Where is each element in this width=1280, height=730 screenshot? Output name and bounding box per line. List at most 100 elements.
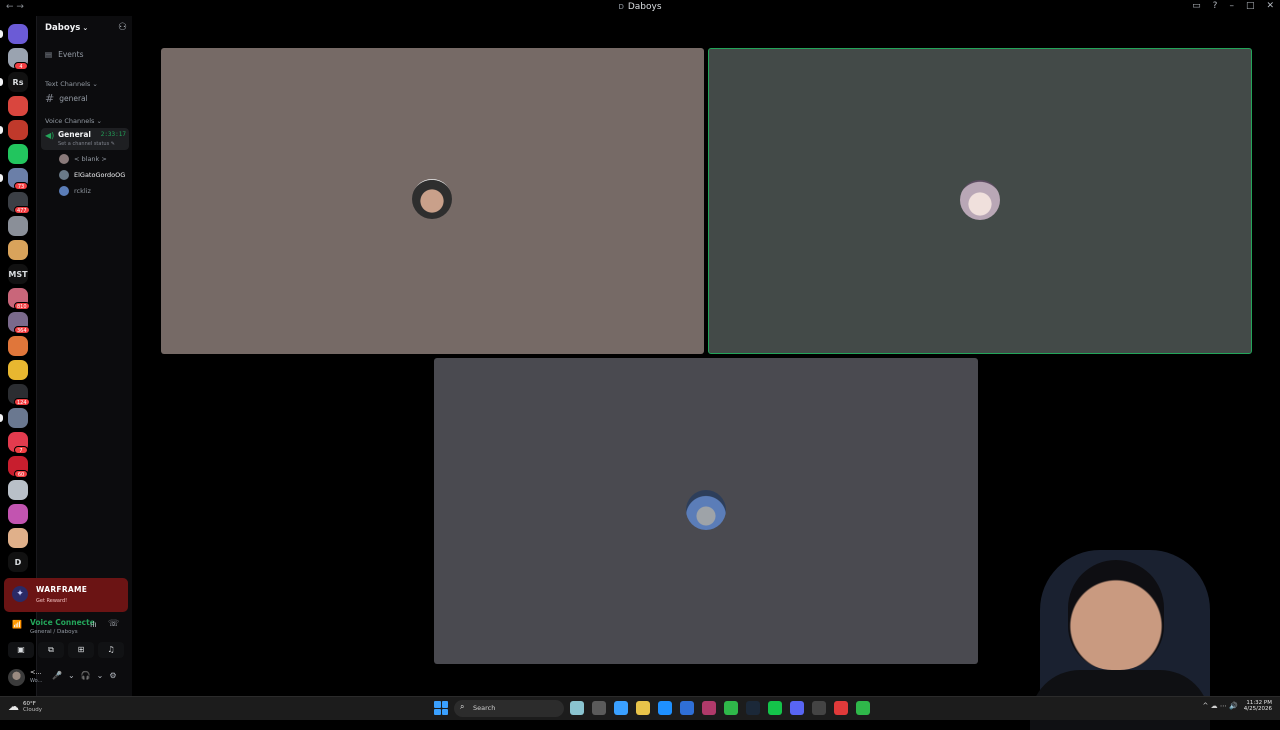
inbox-icon[interactable]: ▭ [1192, 1, 1201, 11]
server-1-icon[interactable] [8, 24, 28, 44]
voice-connection-panel: 📶 Voice Connecte General / Daboys ılı ☏ … [4, 614, 128, 664]
mention-badge: 73 [14, 182, 28, 190]
taskbar-apps [570, 701, 870, 715]
taskbar-app-icon[interactable] [834, 701, 848, 715]
server-rs-icon[interactable]: Rs [8, 72, 28, 92]
events-label: Events [58, 50, 84, 59]
channel-status-hint[interactable]: Set a channel status ✎ [58, 141, 115, 147]
settings-gear-icon[interactable]: ⚙ [109, 671, 116, 680]
close-button[interactable]: ✕ [1266, 1, 1274, 11]
weather-widget[interactable]: ☁ 60°F Cloudy [8, 700, 42, 713]
maximize-button[interactable]: □ [1246, 1, 1255, 11]
taskbar-app-icon[interactable] [636, 701, 650, 715]
tray-icons[interactable]: ^ ☁ ⋯ 🔊 [1203, 702, 1238, 710]
taskbar-app-icon[interactable] [680, 701, 694, 715]
noise-suppression-icon[interactable]: ılı [90, 620, 97, 629]
voice-user[interactable]: < blank > [59, 154, 107, 164]
camera-off-button[interactable]: ▣ [8, 642, 34, 658]
voice-user-name: rckliz [74, 187, 91, 195]
voice-channel-name: General [58, 130, 91, 139]
promo-title: WARFRAME [36, 585, 88, 594]
headset-chevron-down-icon[interactable]: ⌄ [97, 671, 104, 680]
participant-tile-blank[interactable] [161, 48, 704, 354]
soundboard-button[interactable]: ♫ [98, 642, 124, 658]
system-tray: ^ ☁ ⋯ 🔊 11:32 PM 4/25/2026 [1203, 700, 1272, 712]
participant-tile-elgatogordoog[interactable] [708, 48, 1252, 354]
taskbar-search[interactable]: ⌕ Search [454, 700, 564, 717]
taskbar-app-icon[interactable] [614, 701, 628, 715]
voice-connected-label[interactable]: Voice Connecte [30, 618, 95, 627]
taskbar-app-icon[interactable] [570, 701, 584, 715]
taskbar-app-icon[interactable] [658, 701, 672, 715]
invite-people-icon[interactable]: ⚇ [118, 22, 127, 33]
server-9-icon[interactable] [8, 216, 28, 236]
voice-user[interactable]: rckliz [59, 186, 91, 196]
server-6-icon[interactable] [8, 144, 28, 164]
start-button[interactable] [434, 701, 448, 715]
events-item[interactable]: ▤ Events [45, 50, 84, 59]
voice-channels-category[interactable]: Voice Channels ⌄ [45, 117, 102, 125]
hash-icon: # [45, 92, 55, 105]
signal-icon[interactable]: 📶 [12, 620, 22, 629]
minimize-button[interactable]: – [1229, 1, 1234, 11]
taskbar-app-icon[interactable] [856, 701, 870, 715]
webcam-person-head [1068, 560, 1164, 670]
guild-header[interactable]: Daboys ⌄ ⚇ [37, 16, 133, 42]
user-controls: 🎤 ⌄ 🎧 ⌄ ⚙ [52, 671, 117, 680]
text-channels-category[interactable]: Text Channels ⌄ [45, 80, 98, 88]
user-status: Wo... [30, 678, 43, 684]
warframe-promo[interactable]: ✦ WARFRAME Get Reward! [4, 578, 128, 612]
avatar[interactable] [8, 669, 25, 686]
server-10-icon[interactable] [8, 240, 28, 260]
clock[interactable]: 11:32 PM 4/25/2026 [1244, 700, 1272, 712]
help-icon[interactable]: ? [1213, 1, 1218, 11]
server-17-icon[interactable] [8, 408, 28, 428]
server-mst-icon[interactable]: MST [8, 264, 28, 284]
taskbar-app-icon[interactable] [724, 701, 738, 715]
unread-indicator [0, 126, 3, 134]
participant-avatar [412, 179, 452, 219]
taskbar-app-icon[interactable] [768, 701, 782, 715]
guild-name[interactable]: Daboys ⌄ [45, 23, 88, 33]
mic-chevron-down-icon[interactable]: ⌄ [68, 671, 75, 680]
taskbar-app-icon[interactable] [812, 701, 826, 715]
participant-tile-rckliz[interactable] [434, 358, 978, 664]
server-23-icon[interactable]: D [8, 552, 28, 572]
clock-date: 4/25/2026 [1243, 706, 1272, 712]
mention-badge: 4 [14, 62, 28, 70]
microphone-icon[interactable]: 🎤 [52, 671, 62, 680]
participant-avatar [960, 180, 1000, 220]
taskbar-app-icon[interactable] [790, 701, 804, 715]
voice-user-name: ElGatoGordoOG [74, 171, 126, 179]
voice-connected-location[interactable]: General / Daboys [30, 629, 78, 635]
server-5-icon[interactable] [8, 120, 28, 140]
headset-icon[interactable]: 🎧 [81, 671, 91, 680]
mention-badge: 810 [14, 302, 30, 310]
voice-timer: 2:33:17 [100, 131, 126, 138]
username[interactable]: <... [30, 668, 42, 676]
unread-indicator [0, 78, 3, 86]
unread-indicator [0, 174, 3, 182]
mention-badge: 477 [14, 206, 30, 214]
server-21-icon[interactable] [8, 504, 28, 524]
disconnect-icon[interactable]: ☏ [108, 619, 119, 629]
server-4-icon[interactable] [8, 96, 28, 116]
activities-button[interactable]: ⊞ [68, 642, 94, 658]
voice-user[interactable]: ElGatoGordoOG [59, 170, 125, 180]
taskbar-app-icon[interactable] [592, 701, 606, 715]
server-15-icon[interactable] [8, 360, 28, 380]
server-20-icon[interactable] [8, 480, 28, 500]
mention-badge: 124 [14, 398, 30, 406]
voice-channel-general[interactable]: ◀) General 2:33:17 Set a channel status … [41, 128, 129, 150]
calendar-icon: ▤ [45, 50, 53, 59]
search-icon: ⌕ [460, 702, 465, 711]
channel-general-text[interactable]: # general [45, 92, 88, 105]
taskbar-app-icon[interactable] [702, 701, 716, 715]
server-14-icon[interactable] [8, 336, 28, 356]
taskbar-app-icon[interactable] [746, 701, 760, 715]
screen-share-button[interactable]: ⧉ [38, 642, 64, 658]
server-22-icon[interactable] [8, 528, 28, 548]
window-title: D Daboys [0, 2, 1280, 12]
text-channels-category-label: Text Channels [45, 80, 91, 88]
voice-action-buttons: ▣ ⧉ ⊞ ♫ [8, 642, 124, 658]
